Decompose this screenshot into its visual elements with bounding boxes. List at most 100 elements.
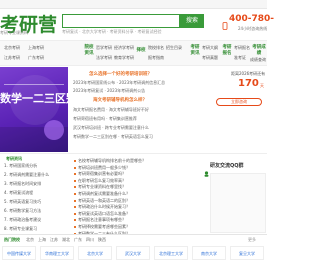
list-item[interactable]: 考研培训班费用一般多少钱？ bbox=[74, 165, 198, 170]
category-nav: 北京考研 上海考研 江苏考研 广东考研 院校资讯 哲学考研 经济学考研 法学考研… bbox=[0, 40, 267, 66]
list-item[interactable]: 考研寄宿集训营有必要吗？ bbox=[74, 171, 198, 176]
list-item-text: 名校考研辅导机构排名前十的是哪些？ bbox=[78, 158, 146, 163]
nav-item[interactable]: 教育学考研 bbox=[114, 55, 134, 60]
news-link[interactable]: 2023年考研国家线公布 · 2023年考研调剂信息汇总 bbox=[73, 80, 165, 85]
tab-region[interactable]: 四川 bbox=[86, 237, 94, 242]
news-link[interactable]: 武汉考研培训班 · 跨专业考研需要注意什么 bbox=[73, 125, 149, 130]
nav-item[interactable]: 报考指南 bbox=[148, 55, 164, 60]
bullet-icon bbox=[74, 212, 76, 215]
list-item-text: 考研调剂复试需要准备什么？ bbox=[78, 190, 130, 196]
tab-region[interactable]: 上海 bbox=[38, 237, 46, 242]
list-item[interactable]: 5. 考研英语复习技巧 bbox=[4, 199, 68, 204]
list-item[interactable]: 6. 考研数学复习方法 bbox=[4, 208, 68, 213]
list-item[interactable]: 2. 考研调剂需要注意什么 bbox=[4, 172, 68, 177]
nav-group-3: 院校排名 招生目录 报考指南 bbox=[148, 43, 186, 63]
nav-item[interactable]: 考研大纲 bbox=[202, 45, 218, 50]
countdown-unit: 天 bbox=[260, 83, 264, 88]
tab-region[interactable]: 江苏 bbox=[50, 237, 58, 242]
news-link[interactable]: 2023年考研复试 · 2023年考研调剂公告 bbox=[73, 88, 145, 93]
nav-item[interactable]: 准考证 bbox=[234, 55, 246, 60]
list-item[interactable]: 考研复试英语口语怎么准备？ bbox=[74, 211, 198, 216]
mid-article-list: 名校考研辅导机构排名前十的是哪些？ 考研培训班费用一般多少钱？ 考研寄宿集训营有… bbox=[74, 156, 198, 236]
search-input[interactable] bbox=[62, 14, 180, 28]
tab-region[interactable]: 陕西 bbox=[98, 237, 106, 242]
section-divider bbox=[0, 153, 267, 154]
list-item[interactable]: 名校考研辅导机构排名前十的是哪些？ bbox=[74, 158, 198, 163]
consult-button-label: 立即咨询 bbox=[231, 99, 247, 104]
nav-item[interactable]: 招生目录 bbox=[166, 45, 182, 50]
hotline-label: 24小时咨询热线 bbox=[238, 26, 268, 31]
school-card[interactable]: 南京大学 bbox=[192, 246, 226, 260]
list-item[interactable]: 考研择校需要考虑哪些因素？ bbox=[74, 224, 198, 229]
qq-group-icon bbox=[204, 162, 209, 177]
list-item[interactable]: 在职考研怎么复习效率高？ bbox=[74, 178, 198, 183]
nav-group-2: 哲学考研 经济学考研 法学考研 教育学考研 bbox=[96, 43, 134, 63]
tab-hot-schools[interactable]: 热门院校 bbox=[4, 237, 20, 242]
consult-button[interactable]: 立即咨询 bbox=[216, 98, 262, 106]
list-item[interactable]: 考研报名注意事项有哪些？ bbox=[74, 217, 198, 222]
list-item[interactable]: 考研政治什么时候开始复习？ bbox=[74, 204, 198, 209]
bullet-icon bbox=[74, 173, 76, 176]
school-card[interactable]: 北京大学 bbox=[78, 246, 112, 260]
qq-group-box bbox=[210, 173, 266, 233]
nav-item[interactable]: 考研真题 bbox=[202, 55, 218, 60]
bullet-icon bbox=[74, 219, 76, 222]
list-item[interactable]: 4. 考研复试流程 bbox=[4, 190, 68, 195]
tab-region[interactable]: 北京 bbox=[26, 237, 34, 242]
nav-item[interactable]: 上海考研 bbox=[28, 45, 44, 50]
list-item[interactable]: 考研调剂复试需要准备什么？ bbox=[74, 191, 198, 196]
news-headline[interactable]: 怎么选择一个好的考研培训班？ bbox=[89, 71, 152, 77]
search-button[interactable]: 搜索 bbox=[180, 14, 204, 28]
list-item[interactable]: 考研专业课资料在哪里找？ bbox=[74, 184, 198, 189]
countdown-title: 距离2026考研还有 bbox=[231, 71, 266, 76]
school-card[interactable]: 华南理工大学 bbox=[40, 246, 74, 260]
bullet-icon bbox=[74, 179, 76, 182]
list-item-text: 考研专业课资料在哪里找？ bbox=[78, 184, 126, 190]
nav-item[interactable]: 考研报名 bbox=[234, 45, 250, 50]
bullet-icon bbox=[74, 206, 76, 209]
list-item[interactable]: 考研英语一和英语二的区别？ bbox=[74, 198, 198, 203]
tab-more[interactable]: 更多 bbox=[248, 237, 256, 242]
logo-subtitle: 考研专业课资料 bbox=[0, 30, 28, 35]
bullet-icon bbox=[74, 166, 76, 169]
nav-item[interactable]: 经济学考研 bbox=[114, 45, 134, 50]
nav-group-title: 院校资讯 bbox=[84, 45, 94, 56]
news-headline[interactable]: 海文考研辅导机构怎么样？ bbox=[93, 97, 147, 103]
list-item-text: 考研英语一和英语二的区别？ bbox=[78, 197, 130, 203]
news-link[interactable]: 考研数学一二三区别在哪 · 考研英语怎么复习 bbox=[73, 134, 153, 139]
qq-group-title: 研友交流QQ群 bbox=[210, 163, 244, 169]
top-bar bbox=[0, 0, 267, 9]
nav-item[interactable]: 广东考研 bbox=[28, 55, 44, 60]
news-link[interactable]: 考研寄宿班有用吗 · 考研集训营推荐 bbox=[73, 116, 137, 121]
list-item-text: 考研复试英语口语怎么准备？ bbox=[78, 210, 130, 216]
list-item[interactable]: 8. 考研专业课复习 bbox=[4, 226, 68, 231]
hot-search-links[interactable]: 考研复试 · 北京大学考研 · 考研资料分享 · 考研复试经验 bbox=[62, 29, 161, 34]
list-item-text: 考研报名注意事项有哪些？ bbox=[78, 217, 126, 223]
list-item-text: 在职考研怎么复习效率高？ bbox=[78, 177, 126, 183]
nav-item[interactable]: 江苏考研 bbox=[4, 55, 20, 60]
list-item[interactable]: 1. 考研国家线分析 bbox=[4, 163, 68, 168]
nav-group-title: 择校 bbox=[136, 48, 146, 53]
banner-title: 数学一二三区别 bbox=[0, 92, 77, 105]
list-item[interactable]: 3. 考研报名时间安排 bbox=[4, 181, 68, 186]
nav-item[interactable]: 成绩查询 bbox=[250, 57, 266, 62]
tab-region[interactable]: 湖北 bbox=[62, 237, 70, 242]
school-card[interactable]: 中国传媒大学 bbox=[2, 246, 36, 260]
news-link[interactable]: 海文考研报名费用 · 海文考研辅导班好不好 bbox=[73, 107, 149, 112]
nav-group-title: 考研资讯 bbox=[190, 45, 200, 56]
nav-group-title: 考研成绩 bbox=[252, 45, 266, 56]
nav-item[interactable]: 北京考研 bbox=[4, 45, 20, 50]
school-card[interactable]: 武汉大学 bbox=[116, 246, 150, 260]
school-card[interactable]: 北京理工大学 bbox=[154, 246, 188, 260]
bullet-icon bbox=[74, 192, 76, 195]
tab-region[interactable]: 广东 bbox=[74, 237, 82, 242]
nav-item[interactable]: 法学考研 bbox=[96, 55, 112, 60]
nav-group-1: 北京考研 上海考研 江苏考研 广东考研 bbox=[4, 43, 66, 63]
nav-item[interactable]: 院校排名 bbox=[148, 45, 164, 50]
list-item-text: 考研政治什么时候开始复习？ bbox=[78, 204, 130, 210]
list-item[interactable]: 7. 考研政治备考建议 bbox=[4, 217, 68, 222]
nav-item[interactable]: 哲学考研 bbox=[96, 45, 112, 50]
list-item-text: 考研培训班费用一般多少钱？ bbox=[78, 164, 130, 170]
school-card[interactable]: 复旦大学 bbox=[230, 246, 264, 260]
bullet-icon bbox=[74, 225, 76, 228]
